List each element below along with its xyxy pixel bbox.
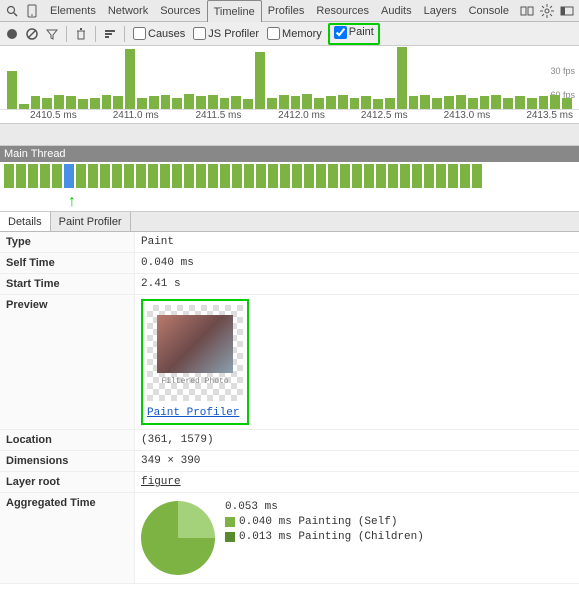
pie-chart-icon: [141, 501, 215, 575]
main-thread-label: Main Thread: [0, 146, 579, 162]
selftime-label: Self Time: [0, 253, 135, 273]
memory-checkbox[interactable]: Memory: [265, 27, 324, 40]
tab-audits[interactable]: Audits: [375, 0, 418, 22]
swatch-icon: [225, 532, 235, 542]
tab-sources[interactable]: Sources: [154, 0, 206, 22]
tab-profiles[interactable]: Profiles: [262, 0, 311, 22]
aggtime-label: Aggregated Time: [0, 493, 135, 583]
overview-bars: [0, 46, 579, 109]
dimensions-label: Dimensions: [0, 451, 135, 471]
location-value: (361, 1579): [135, 430, 579, 450]
trash-icon[interactable]: [73, 26, 89, 42]
causes-checkbox[interactable]: Causes: [131, 27, 187, 40]
tab-layers[interactable]: Layers: [418, 0, 463, 22]
jsprofiler-checkbox[interactable]: JS Profiler: [191, 27, 261, 40]
paint-checkbox[interactable]: Paint: [332, 26, 376, 39]
location-label: Location: [0, 430, 135, 450]
jsprofiler-label: JS Profiler: [208, 28, 259, 40]
flame-view-icon[interactable]: [102, 26, 118, 42]
preview-thumbnail: Filtered Photo: [147, 305, 243, 401]
preview-label: Preview: [0, 295, 135, 429]
layerroot-label: Layer root: [0, 472, 135, 492]
time-axis: 2410.5 ms2411.0 ms2411.5 ms2412.0 ms2412…: [0, 109, 579, 123]
tab-details[interactable]: Details: [0, 212, 51, 231]
swatch-icon: [225, 517, 235, 527]
details-tabs: Details Paint Profiler: [0, 212, 579, 232]
search-icon[interactable]: [4, 3, 20, 19]
drawer-icon[interactable]: [519, 3, 535, 19]
paint-profiler-link[interactable]: Paint Profiler: [147, 407, 243, 419]
preview-highlight: Filtered Photo Paint Profiler: [141, 299, 249, 425]
devtools-tab-bar: Elements Network Sources Timeline Profil…: [0, 0, 579, 22]
timeline-overview[interactable]: 30 fps 60 fps 2410.5 ms2411.0 ms2411.5 m…: [0, 46, 579, 124]
aggtime-value: 0.053 ms 0.040 ms Painting (Self) 0.013 …: [135, 493, 579, 583]
tab-elements[interactable]: Elements: [44, 0, 102, 22]
device-icon[interactable]: [24, 3, 40, 19]
dock-icon[interactable]: [559, 3, 575, 19]
record-icon[interactable]: [4, 26, 20, 42]
agg-legend: 0.053 ms 0.040 ms Painting (Self) 0.013 …: [225, 501, 424, 546]
selection-arrow-icon: ↑: [68, 193, 76, 211]
tab-resources[interactable]: Resources: [310, 0, 375, 22]
agg-self: 0.040 ms Painting (Self): [239, 516, 397, 528]
tab-timeline[interactable]: Timeline: [207, 0, 262, 22]
thumbnail-image: [157, 315, 233, 373]
timeline-toolbar: Causes JS Profiler Memory Paint: [0, 22, 579, 46]
type-label: Type: [0, 232, 135, 252]
agg-total: 0.053 ms: [225, 501, 424, 513]
spacer-row: [0, 124, 579, 146]
details-pane: TypePaint Self Time0.040 ms Start Time2.…: [0, 232, 579, 584]
layerroot-value[interactable]: figure: [135, 472, 579, 492]
selftime-value: 0.040 ms: [135, 253, 579, 273]
gear-icon[interactable]: [539, 3, 555, 19]
preview-value: Filtered Photo Paint Profiler: [135, 295, 579, 429]
agg-children: 0.013 ms Painting (Children): [239, 531, 424, 543]
type-value: Paint: [135, 232, 579, 252]
thumbnail-caption: Filtered Photo: [157, 377, 233, 386]
tab-paint-profiler[interactable]: Paint Profiler: [51, 212, 131, 231]
clear-icon[interactable]: [24, 26, 40, 42]
starttime-label: Start Time: [0, 274, 135, 294]
paint-label: Paint: [349, 26, 374, 38]
starttime-value: 2.41 s: [135, 274, 579, 294]
causes-label: Causes: [148, 28, 185, 40]
tab-network[interactable]: Network: [102, 0, 154, 22]
memory-label: Memory: [282, 28, 322, 40]
filter-icon[interactable]: [44, 26, 60, 42]
tab-console[interactable]: Console: [463, 0, 515, 22]
dimensions-value: 349 × 390: [135, 451, 579, 471]
main-thread-track[interactable]: ↑: [0, 162, 579, 212]
